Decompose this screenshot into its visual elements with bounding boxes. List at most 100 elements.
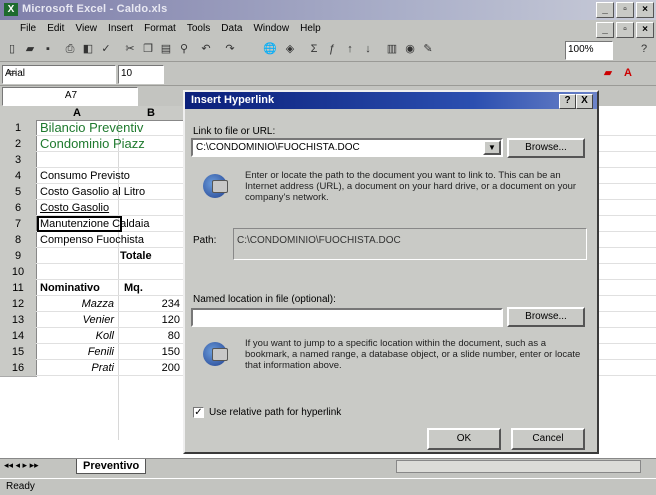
menu-window[interactable]: Window <box>253 20 289 38</box>
row-header[interactable]: 13 <box>0 312 37 329</box>
row-header[interactable]: 11 <box>0 280 37 297</box>
cut-icon[interactable]: ✂ <box>122 42 138 57</box>
row-header[interactable]: 4 <box>0 168 37 185</box>
cell-b16[interactable]: 200 <box>122 360 180 376</box>
row-header[interactable]: 3 <box>0 152 37 169</box>
row-header[interactable]: 5 <box>0 184 37 201</box>
cell-b13[interactable]: 120 <box>122 312 180 328</box>
cell-b10[interactable] <box>122 264 180 280</box>
ok-button[interactable]: OK <box>427 428 501 450</box>
doc-close-button[interactable]: × <box>636 22 654 38</box>
row-header[interactable]: 6 <box>0 200 37 217</box>
cell-a6[interactable]: Costo Gasolio <box>40 200 109 216</box>
cell-a16[interactable]: Prati <box>40 360 114 376</box>
row-header[interactable]: 15 <box>0 344 37 361</box>
cell-b15[interactable]: 150 <box>122 344 180 360</box>
column-header-b[interactable]: B <box>118 106 185 121</box>
office-assistant-icon[interactable]: ? <box>636 42 652 57</box>
menu-file[interactable]: File <box>20 20 36 38</box>
open-icon[interactable]: ▰ <box>22 42 38 57</box>
cancel-button[interactable]: Cancel <box>511 428 585 450</box>
cell-a11[interactable]: Nominativo <box>40 280 100 296</box>
menu-view[interactable]: View <box>75 20 97 38</box>
minimize-button[interactable]: _ <box>596 2 614 18</box>
link-url-input[interactable]: C:\CONDOMINIO\FUOCHISTA.DOC <box>191 138 503 157</box>
row-header[interactable]: 8 <box>0 232 37 249</box>
horizontal-scrollbar[interactable] <box>396 460 641 473</box>
web-toolbar-icon[interactable]: ◈ <box>282 42 298 57</box>
map-icon[interactable]: ◉ <box>402 42 418 57</box>
row-header[interactable]: 14 <box>0 328 37 345</box>
fill-color-icon[interactable]: ▰ <box>600 66 616 81</box>
select-all-corner[interactable] <box>0 106 37 121</box>
row-header[interactable]: 7 <box>0 216 37 233</box>
sort-ascending-icon[interactable]: ↑ <box>342 42 358 57</box>
zoom-select[interactable]: 100% <box>565 41 613 60</box>
cell-b6[interactable] <box>122 200 180 216</box>
cell-a4[interactable]: Consumo Previsto <box>40 168 130 184</box>
function-icon[interactable]: ƒ <box>324 42 340 57</box>
cell-a14[interactable]: Koll <box>40 328 114 344</box>
menu-tools[interactable]: Tools <box>187 20 210 38</box>
column-header-a[interactable]: A <box>36 106 119 121</box>
cell-a13[interactable]: Venier <box>40 312 114 328</box>
close-button[interactable]: × <box>636 2 654 18</box>
drawing-icon[interactable]: ✎ <box>420 42 436 57</box>
spelling-icon[interactable]: ✓ <box>98 42 114 57</box>
redo-icon[interactable]: ↷ <box>222 42 238 57</box>
cell-b8[interactable] <box>122 232 180 248</box>
web-back-icon[interactable]: ⇦ <box>4 66 20 81</box>
font-color-icon[interactable]: A <box>620 66 636 81</box>
cell-b11[interactable]: Mq. <box>124 280 182 296</box>
cell-b1[interactable] <box>122 120 180 136</box>
undo-icon[interactable]: ↶ <box>198 42 214 57</box>
print-preview-icon[interactable]: ◧ <box>80 42 96 57</box>
chart-wizard-icon[interactable]: ▥ <box>384 42 400 57</box>
copy-icon[interactable]: ❐ <box>140 42 156 57</box>
link-dropdown-button[interactable]: ▼ <box>483 140 501 155</box>
save-icon[interactable]: ▪ <box>40 42 56 57</box>
cell-b5[interactable] <box>122 184 180 200</box>
doc-minimize-button[interactable]: _ <box>596 22 614 38</box>
menu-help[interactable]: Help <box>300 20 321 38</box>
menu-insert[interactable]: Insert <box>108 20 133 38</box>
named-location-input[interactable] <box>191 308 503 327</box>
autosum-icon[interactable]: Σ <box>306 42 322 57</box>
dialog-close-button[interactable]: X <box>576 94 593 109</box>
menu-data[interactable]: Data <box>221 20 242 38</box>
font-size-select[interactable]: 10 <box>118 65 164 84</box>
sort-descending-icon[interactable]: ↓ <box>360 42 376 57</box>
row-header[interactable]: 12 <box>0 296 37 313</box>
cell-b12[interactable]: 234 <box>122 296 180 312</box>
restore-button[interactable]: ▫ <box>616 2 634 18</box>
cell-b3[interactable] <box>122 152 180 168</box>
row-header[interactable]: 9 <box>0 248 37 265</box>
cell-b14[interactable]: 80 <box>122 328 180 344</box>
relative-path-checkbox[interactable]: ✓ <box>193 407 204 418</box>
row-header[interactable]: 16 <box>0 360 37 377</box>
insert-hyperlink-icon[interactable]: 🌐 <box>262 42 278 57</box>
doc-restore-button[interactable]: ▫ <box>616 22 634 38</box>
cell-b2[interactable] <box>122 136 180 152</box>
row-header[interactable]: 10 <box>0 264 37 281</box>
cell-a15[interactable]: Fenili <box>40 344 114 360</box>
paste-icon[interactable]: ▤ <box>158 42 174 57</box>
dialog-help-button[interactable]: ? <box>559 94 576 109</box>
row-header[interactable]: 2 <box>0 136 37 153</box>
new-icon[interactable]: ▯ <box>4 42 20 57</box>
cell-b4[interactable] <box>122 168 180 184</box>
menu-format[interactable]: Format <box>144 20 176 38</box>
name-box[interactable]: A7 <box>2 87 138 106</box>
cell-a7[interactable]: Manutenzione Caldaia <box>37 216 149 232</box>
print-icon[interactable]: ⎙ <box>62 42 78 57</box>
sheet-tab-preventivo[interactable]: Preventivo <box>76 459 147 474</box>
tab-scroll-buttons[interactable]: ◂◂ ◂ ▸ ▸▸ <box>4 460 39 471</box>
row-header[interactable]: 1 <box>0 120 37 137</box>
excel-app-icon[interactable]: X <box>4 3 18 16</box>
browse-file-button[interactable]: Browse... <box>507 138 585 158</box>
menu-edit[interactable]: Edit <box>47 20 64 38</box>
cell-b9[interactable] <box>122 248 180 264</box>
cell-a12[interactable]: Mazza <box>40 296 114 312</box>
browse-location-button[interactable]: Browse... <box>507 307 585 327</box>
format-painter-icon[interactable]: ⚲ <box>176 42 192 57</box>
